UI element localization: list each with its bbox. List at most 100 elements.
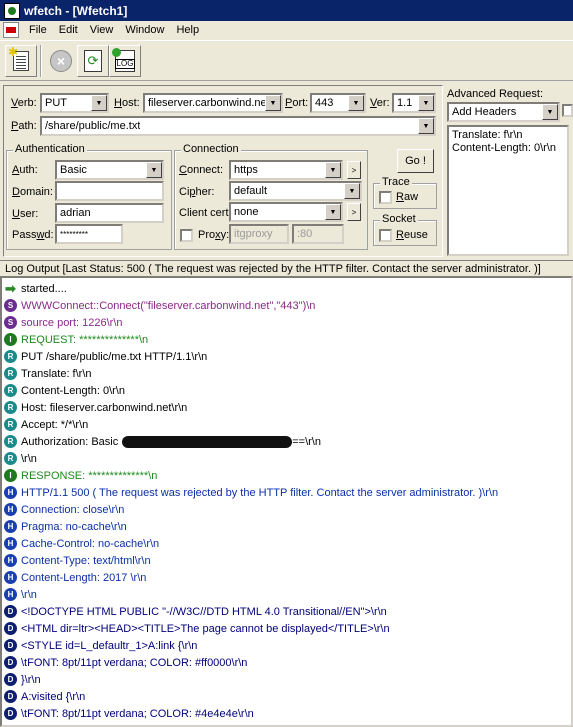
- log-type-r-icon: R: [4, 350, 17, 363]
- log-text: RESPONSE: **************\n: [21, 469, 158, 482]
- port-select[interactable]: 443 ▼: [310, 93, 366, 113]
- proxy-checkbox[interactable]: [180, 229, 193, 242]
- window-title: wfetch - [Wfetch1]: [24, 3, 128, 18]
- menu-window[interactable]: Window: [119, 24, 170, 36]
- log-text: \r\n: [21, 452, 37, 465]
- client-cert-select[interactable]: none ▼: [229, 202, 343, 222]
- log-text: A:visited {\r\n: [21, 690, 86, 703]
- log-type-r-icon: R: [4, 384, 17, 397]
- log-text: <HTML dir=ltr><HEAD><TITLE>The page cann…: [21, 622, 390, 635]
- advanced-request-label: Advanced Request:: [447, 88, 544, 100]
- host-select[interactable]: fileserver.carbonwind.net ▼: [143, 93, 283, 113]
- log-text: Translate: f\r\n: [21, 367, 92, 380]
- menu-edit[interactable]: Edit: [53, 24, 84, 36]
- reuse-checkbox[interactable]: [379, 229, 392, 242]
- log-type-h-icon: H: [4, 486, 17, 499]
- header-line: Translate: f\r\n: [452, 129, 523, 141]
- app-icon: [4, 2, 20, 19]
- new-request-button[interactable]: ✱: [5, 45, 37, 77]
- connect-options-button[interactable]: >: [347, 161, 361, 179]
- log-type-r-icon: R: [4, 418, 17, 431]
- user-label: User:: [12, 208, 39, 220]
- cipher-select[interactable]: default ▼: [229, 181, 362, 201]
- chevron-down-icon[interactable]: ▼: [91, 95, 107, 111]
- log-output-header: Log Output [Last Status: 500 ( The reque…: [0, 260, 573, 276]
- log-type-h-icon: H: [4, 503, 17, 516]
- log-type-i-icon: I: [4, 469, 17, 482]
- log-type-d-icon: D: [4, 605, 17, 618]
- log-line: H Content-Type: text/html\r\n: [4, 552, 151, 569]
- chevron-down-icon[interactable]: ▼: [418, 95, 434, 111]
- log-text: ==\r\n: [292, 435, 321, 448]
- log-type-d-icon: D: [4, 639, 17, 652]
- log-text: <STYLE id=L_defaultr_1>A:link {\r\n: [21, 639, 198, 652]
- auth-select[interactable]: Basic ▼: [55, 160, 164, 180]
- path-select[interactable]: /share/public/me.txt ▼: [40, 116, 436, 136]
- domain-label: Domain:: [12, 186, 53, 198]
- auth-label: Auth:: [12, 164, 38, 176]
- log-type-h-icon: H: [4, 554, 17, 567]
- log-line: I RESPONSE: **************\n: [4, 467, 157, 484]
- advanced-headers-textarea[interactable]: Translate: f\r\n Content-Length: 0\r\n: [447, 125, 569, 256]
- log-type-d-icon: D: [4, 707, 17, 720]
- stop-button[interactable]: ×: [45, 45, 77, 77]
- log-line: S WWWConnect::Connect("fileserver.carbonw…: [4, 297, 315, 314]
- log-line: R Authorization: Basic ==\r\n: [4, 433, 321, 450]
- menu-help[interactable]: Help: [170, 24, 205, 36]
- client-cert-options-button[interactable]: >: [347, 203, 361, 221]
- menu-bar: File Edit View Window Help: [0, 21, 573, 39]
- version-select[interactable]: 1.1 ▼: [392, 93, 436, 113]
- proxy-host-input[interactable]: itgproxy: [229, 224, 289, 244]
- title-bar: wfetch - [Wfetch1]: [0, 0, 573, 21]
- log-text: source port: 1226\r\n: [21, 316, 123, 329]
- path-label: Path:: [11, 120, 37, 132]
- chevron-down-icon[interactable]: ▼: [348, 95, 364, 111]
- log-line: R \r\n: [4, 450, 37, 467]
- password-input[interactable]: *********: [55, 224, 123, 244]
- refresh-icon: ⟳: [84, 50, 102, 72]
- log-line: I REQUEST: **************\n: [4, 331, 148, 348]
- chevron-down-icon[interactable]: ▼: [344, 183, 360, 199]
- menu-view[interactable]: View: [84, 24, 120, 36]
- log-line: R Accept: */*\r\n: [4, 416, 88, 433]
- log-text: Cache-Control: no-cache\r\n: [21, 537, 160, 550]
- proxy-port-input[interactable]: :80: [292, 224, 344, 244]
- menu-file[interactable]: File: [23, 24, 53, 36]
- arrow-right-icon: ➡: [5, 281, 16, 296]
- log-line: D <HTML dir=ltr><HEAD><TITLE>The page can…: [4, 620, 390, 637]
- go-button[interactable]: Go !: [397, 149, 434, 173]
- cipher-label: Cipher:: [179, 186, 215, 198]
- log-text: \tFONT: 8pt/11pt verdana; COLOR: #4e4e4e…: [21, 707, 254, 720]
- domain-input[interactable]: [55, 181, 164, 201]
- connect-select[interactable]: https ▼: [229, 160, 343, 180]
- chevron-down-icon[interactable]: ▼: [146, 162, 162, 178]
- log-button[interactable]: LOG: [109, 45, 141, 77]
- log-output[interactable]: ➡ started....S WWWConnect::Connect("filese…: [0, 276, 573, 727]
- chevron-down-icon[interactable]: ▼: [542, 104, 558, 120]
- log-line: H Cache-Control: no-cache\r\n: [4, 535, 159, 552]
- chevron-down-icon[interactable]: ▼: [418, 118, 434, 134]
- chevron-down-icon[interactable]: ▼: [265, 95, 281, 111]
- advanced-request-select[interactable]: Add Headers ▼: [447, 102, 560, 122]
- chevron-down-icon[interactable]: ▼: [325, 162, 341, 178]
- raw-checkbox[interactable]: [379, 191, 392, 204]
- log-line: R PUT /share/public/me.txt HTTP/1.1\r\n: [4, 348, 207, 365]
- log-icon: LOG: [112, 48, 136, 72]
- log-type-s-icon: S: [4, 299, 17, 312]
- user-input[interactable]: adrian: [55, 203, 164, 223]
- log-type-h-icon: H: [4, 537, 17, 550]
- log-text: started....: [21, 282, 67, 295]
- verb-select[interactable]: PUT ▼: [40, 93, 109, 113]
- refresh-button[interactable]: ⟳: [77, 45, 109, 77]
- proxy-label: Proxy:: [198, 229, 230, 241]
- chevron-down-icon[interactable]: ▼: [325, 204, 341, 220]
- log-text: Authorization: Basic: [21, 435, 119, 448]
- log-text: WWWConnect::Connect("fileserver.carbonwi…: [21, 299, 316, 312]
- log-type-d-icon: D: [4, 673, 17, 686]
- log-text: Content-Type: text/html\r\n: [21, 554, 151, 567]
- stop-icon: ×: [50, 50, 72, 72]
- document-menu-icon[interactable]: [3, 22, 19, 38]
- advanced-checkbox[interactable]: [562, 104, 573, 117]
- verb-label: Verb:: [11, 97, 37, 109]
- log-type-r-icon: R: [4, 367, 17, 380]
